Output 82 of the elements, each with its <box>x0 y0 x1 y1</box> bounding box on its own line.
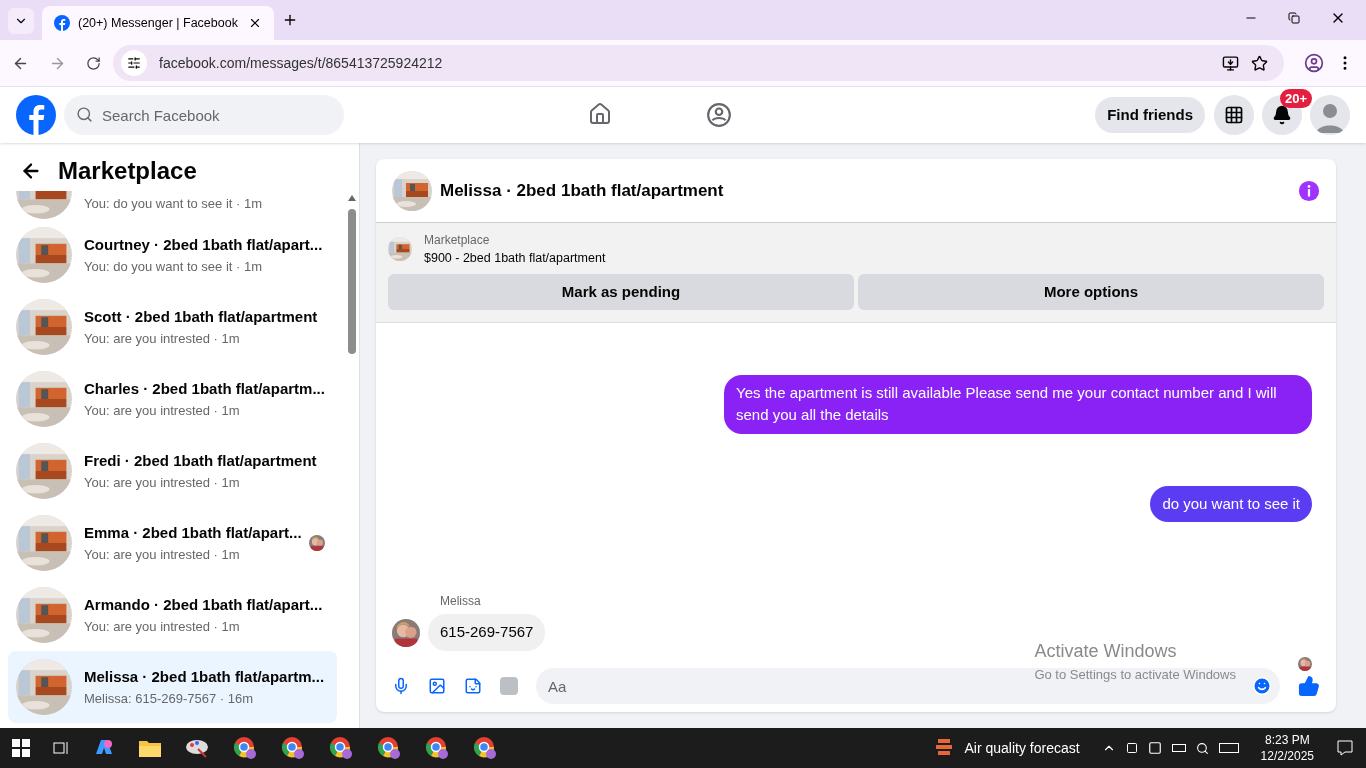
chrome-icon[interactable] <box>424 735 450 761</box>
account-avatar[interactable] <box>1310 95 1350 135</box>
conversation-title: Charles · 2bed 1bath flat/apartm... <box>84 379 326 399</box>
battery-icon[interactable] <box>1171 744 1186 752</box>
conversation-item[interactable]: Armando · 2bed 1bath flat/apart... You: are you intrested · 1m <box>8 579 337 651</box>
chrome-icon[interactable] <box>472 735 498 761</box>
chrome-icon[interactable] <box>376 735 402 761</box>
info-icon[interactable] <box>1298 179 1320 202</box>
conversation-item[interactable]: You: do you want to see it · 1m <box>8 191 337 219</box>
notification-badge: 20+ <box>1280 89 1313 108</box>
home-icon[interactable] <box>587 102 612 126</box>
search-icon <box>76 106 93 123</box>
restore-icon[interactable] <box>1288 12 1300 24</box>
chrome-icon[interactable] <box>328 735 354 761</box>
install-icon[interactable] <box>1222 54 1239 72</box>
url-text: facebook.com/messages/t/865413725924212 <box>159 53 443 73</box>
conversation-preview: You: are you intrested · 1m <box>84 329 241 348</box>
incoming-message: 615-269-7567 <box>428 614 546 651</box>
reload-icon[interactable] <box>86 55 101 71</box>
conversation-item[interactable]: Courtney · 2bed 1bath flat/apart... You: do you want to see it · 1m <box>8 219 337 291</box>
new-tab-icon[interactable] <box>282 12 298 28</box>
facebook-logo-icon <box>54 15 70 31</box>
conversation-title: Fredi · 2bed 1bath flat/apartment <box>84 451 318 471</box>
conversation-title: Armando · 2bed 1bath flat/apart... <box>84 595 324 615</box>
conversation-preview: You: are you intrested · 1m <box>84 545 241 564</box>
conversation-preview: You: do you want to see it · 1m <box>84 194 262 213</box>
address-bar[interactable]: facebook.com/messages/t/865413725924212 <box>113 45 1284 81</box>
close-icon[interactable] <box>248 16 262 30</box>
conversation-item[interactable]: Emma · 2bed 1bath flat/apart... You: are you intrested · 1m <box>8 507 337 579</box>
chat-title: Melissa · 2bed 1bath flat/apartment <box>440 179 724 202</box>
site-settings-icon[interactable] <box>127 56 141 70</box>
tab-title: (20+) Messenger | Facebook <box>78 14 239 32</box>
tab-list-button[interactable] <box>8 8 34 34</box>
image-icon[interactable] <box>428 677 446 695</box>
sticker-icon[interactable] <box>464 677 482 695</box>
facebook-logo-icon[interactable] <box>16 95 56 135</box>
listing-action-button[interactable]: More options <box>858 273 1324 310</box>
conversation-preview: You: are you intrested · 1m <box>84 473 241 492</box>
listing-action-button[interactable]: Mark as pending <box>388 273 854 310</box>
activation-subtitle: Go to Settings to activate Windows <box>1034 666 1236 684</box>
clock-date[interactable]: 12/2/2025 <box>1260 748 1314 764</box>
conversation-item[interactable]: Melissa · 2bed 1bath flat/apartm... Melissa: 615-269-7567 · 16m <box>8 651 337 723</box>
listing-label: Marketplace <box>424 232 491 249</box>
menu-button[interactable] <box>1214 95 1254 135</box>
chrome-icon[interactable] <box>280 735 306 761</box>
grid-icon <box>1224 105 1244 125</box>
scroll-up-icon[interactable] <box>348 195 356 201</box>
paint-palette-icon[interactable] <box>184 737 210 759</box>
conversation-preview: Melissa: 615-269-7567 · 16m <box>84 689 255 708</box>
outgoing-message: Yes the apartment is still available Please send me your contact number and I will send you all the details <box>724 374 1312 434</box>
conversation-item[interactable]: Scott · 2bed 1bath flat/apartment You: are you intrested · 1m <box>8 291 337 363</box>
conversation-preview: You: are you intrested · 1m <box>84 401 241 420</box>
task-view-icon[interactable] <box>52 739 70 757</box>
listing-title: $900 - 2bed 1bath flat/apartment <box>424 250 606 267</box>
browser-tab[interactable]: (20+) Messenger | Facebook <box>42 6 274 40</box>
activation-title: Activate Windows <box>1034 640 1178 663</box>
find-friends-button[interactable]: Find friends <box>1095 97 1205 133</box>
windows-start-icon[interactable] <box>12 739 30 757</box>
conversation-item[interactable]: Fredi · 2bed 1bath flat/apartment You: are you intrested · 1m <box>8 435 337 507</box>
conversation-title: Scott · 2bed 1bath flat/apartment <box>84 307 319 327</box>
conversation-title: Melissa · 2bed 1bath flat/apartm... <box>84 667 326 687</box>
tray-app-icon[interactable] <box>1147 741 1162 755</box>
microphone-icon[interactable] <box>392 677 410 695</box>
search-field[interactable]: Search Facebook <box>64 95 344 135</box>
notifications-icon[interactable] <box>1336 739 1354 757</box>
keyboard-icon[interactable] <box>1218 743 1239 753</box>
sidebar-title: Marketplace <box>58 156 197 186</box>
scrollbar-thumb[interactable] <box>348 209 356 354</box>
bookmark-star-icon[interactable] <box>1251 54 1268 72</box>
groups-icon[interactable] <box>705 102 732 128</box>
chrome-icon[interactable] <box>232 735 258 761</box>
conversation-title: Courtney · 2bed 1bath flat/apart... <box>84 235 324 255</box>
weather-text[interactable]: Air quality forecast <box>964 737 1080 759</box>
conversation-item[interactable]: Charles · 2bed 1bath flat/apartm... You: are you intrested · 1m <box>8 363 337 435</box>
bell-icon <box>1272 105 1292 125</box>
clock-time[interactable]: 8:23 PM <box>1264 732 1310 748</box>
thumbs-up-icon[interactable] <box>1298 675 1320 697</box>
conversation-preview: You: do you want to see it · 1m <box>84 257 263 276</box>
conversation-preview: You: are you intrested · 1m <box>84 617 241 636</box>
sender-name: Melissa <box>440 593 482 611</box>
outgoing-message: do you want to see it <box>1150 485 1312 523</box>
profile-icon[interactable] <box>1304 53 1324 73</box>
